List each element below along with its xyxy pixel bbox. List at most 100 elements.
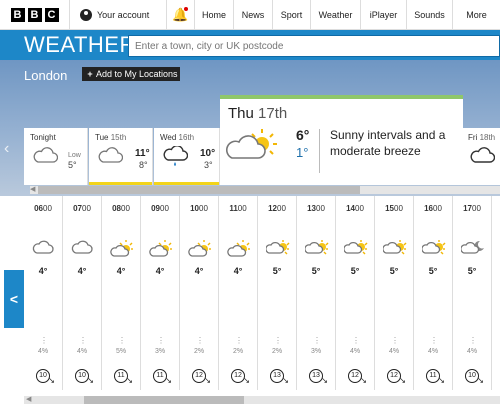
hourly-scrollbar[interactable]: ◀ — [24, 396, 500, 404]
weather-description: Sunny intervals and a moderate breeze — [330, 128, 446, 158]
hour-time-minutes: 00 — [394, 204, 403, 213]
scrollbar-thumb[interactable] — [84, 396, 244, 404]
nav-news[interactable]: News — [234, 0, 273, 29]
nav-weather[interactable]: Weather — [311, 0, 361, 29]
day-name: Tue 15th — [95, 133, 126, 142]
sun-cloud-icon — [265, 239, 290, 262]
nav-iplayer[interactable]: iPlayer — [361, 0, 407, 29]
hour-column[interactable]: 1700 5° ⋮ 4% 10 — [453, 196, 492, 390]
hour-temperature: 5° — [350, 266, 360, 276]
hour-time: 0600 — [24, 204, 62, 213]
chevron-left-icon[interactable]: ‹ — [4, 140, 22, 158]
day-card-wed[interactable]: Wed 16th 10° 3° — [154, 128, 220, 185]
wind-speed: 10 — [36, 369, 55, 387]
wind-speed: 12 — [387, 369, 406, 387]
add-location-button[interactable]: + Add to My Locations — [82, 67, 180, 81]
notifications-button[interactable]: 🔔 — [167, 0, 195, 29]
account-link[interactable]: Your account — [70, 0, 167, 29]
hour-temperature: 4° — [77, 266, 87, 276]
plus-icon: + — [87, 69, 93, 79]
rain-drops-icon: ⋮ — [79, 336, 87, 345]
weather-title: WEATHER — [24, 32, 136, 57]
day-low: 8° — [139, 160, 148, 170]
hour-column[interactable]: 1200 5° ⋮ 2% 13 — [258, 196, 297, 390]
hour-column[interactable]: 0600 4° ⋮ 4% 10 — [24, 196, 63, 390]
day-date: 16th — [178, 133, 195, 142]
hour-temperature: 5° — [467, 266, 477, 276]
scroll-left-icon[interactable]: ◀ — [30, 185, 35, 193]
day-color-bar — [154, 182, 219, 185]
days-scrollbar[interactable]: ◀ — [30, 186, 500, 194]
hour-time-minutes: 00 — [277, 204, 286, 213]
rain-chance: 4% — [466, 348, 478, 355]
hour-time: 1700 — [453, 204, 491, 213]
hour-temperature: 4° — [38, 266, 48, 276]
hour-time-hours: 06 — [34, 204, 43, 213]
hour-temperature: 5° — [389, 266, 399, 276]
wind-speed: 12 — [348, 369, 367, 387]
bbc-logo[interactable]: B B C — [0, 0, 70, 29]
hour-temperature: 4° — [155, 266, 165, 276]
hour-time: 0700 — [63, 204, 101, 213]
hour-column[interactable]: 1600 5° ⋮ 4% 11 — [414, 196, 453, 390]
hour-column[interactable]: 1300 5° ⋮ 3% 13 — [297, 196, 336, 390]
nav-sport[interactable]: Sport — [273, 0, 311, 29]
hour-column[interactable]: 1400 5° ⋮ 4% 12 — [336, 196, 375, 390]
hour-time-hours: 11 — [229, 204, 238, 213]
rain-chance: 4% — [76, 348, 88, 355]
scroll-left-icon[interactable]: ◀ — [26, 395, 31, 403]
wind-speed: 11 — [153, 369, 172, 387]
hour-column[interactable]: 0700 4° ⋮ 4% 10 — [63, 196, 102, 390]
hour-column[interactable]: 0800 4° ⋮ 5% 11 — [102, 196, 141, 390]
add-location-label: Add to My Locations — [96, 69, 178, 79]
hour-time: 1100 — [219, 204, 257, 213]
top-navigation: B B C Your account 🔔 Home News Sport Wea… — [0, 0, 500, 30]
hour-temperature: 4° — [233, 266, 243, 276]
bbc-weather-page: B B C Your account 🔔 Home News Sport Wea… — [0, 0, 500, 408]
hour-time: 1500 — [375, 204, 413, 213]
day-card-fri[interactable]: Fri 18th — [463, 128, 500, 185]
nav-sounds[interactable]: Sounds — [407, 0, 453, 29]
hour-column[interactable]: 0900 4° ⋮ 3% 11 — [141, 196, 180, 390]
hour-time-hours: 12 — [268, 204, 277, 213]
hourly-prev-button[interactable]: < — [4, 270, 24, 328]
wind-speed: 11 — [114, 369, 133, 387]
rain-chance: 4% — [388, 348, 400, 355]
hour-time: 1600 — [414, 204, 452, 213]
cloud-rain-icon — [163, 146, 188, 166]
rain-chance: 5% — [115, 348, 127, 355]
location-search-input[interactable] — [128, 35, 500, 57]
hour-time-minutes: 00 — [316, 204, 325, 213]
sun-cloud-icon — [382, 239, 407, 262]
hour-time-minutes: 00 — [160, 204, 169, 213]
nav-more[interactable]: More — [453, 0, 500, 29]
day-name: Fri 18th — [468, 133, 495, 142]
hour-temperature: 4° — [194, 266, 204, 276]
hour-time-hours: 09 — [151, 204, 160, 213]
day-card-thu-selected[interactable]: Thu 17th 6° 1° Sunny intervals and a mod… — [220, 95, 463, 185]
hour-column[interactable]: 1500 5° ⋮ 4% 12 — [375, 196, 414, 390]
user-icon — [80, 8, 92, 21]
day-high: 10° — [200, 148, 216, 159]
hour-time: 1000 — [180, 204, 218, 213]
day-high: 11° — [135, 148, 150, 159]
sun-cloud-icon — [227, 239, 251, 262]
rain-drops-icon: ⋮ — [352, 336, 360, 345]
sun-cloud-icon — [110, 239, 134, 262]
day-date: 17th — [258, 105, 288, 122]
rain-chance: 3% — [154, 348, 166, 355]
selected-high: 6° — [296, 127, 310, 143]
rain-drops-icon: ⋮ — [430, 336, 438, 345]
nav-home[interactable]: Home — [195, 0, 234, 29]
hour-time-hours: 17 — [463, 204, 472, 213]
hour-column[interactable]: 1100 4° ⋮ 2% 12 — [219, 196, 258, 390]
cloud-icon — [32, 239, 54, 260]
scrollbar-thumb[interactable] — [38, 186, 360, 194]
rain-drops-icon: ⋮ — [235, 336, 243, 345]
hour-time-minutes: 00 — [472, 204, 481, 213]
hour-time-minutes: 00 — [82, 204, 91, 213]
day-card-tonight[interactable]: Tonight Low 5° — [24, 128, 88, 185]
hour-column[interactable]: 1000 4° ⋮ 2% 12 — [180, 196, 219, 390]
rain-drops-icon: ⋮ — [196, 336, 204, 345]
day-card-tue[interactable]: Tue 15th 11° 8° — [89, 128, 153, 185]
